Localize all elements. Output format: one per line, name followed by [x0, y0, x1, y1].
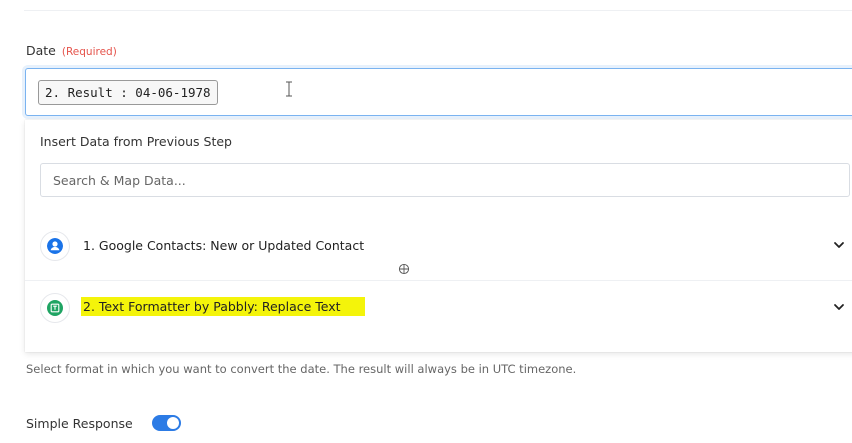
chevron-down-icon[interactable]	[833, 240, 845, 250]
dropdown-title: Insert Data from Previous Step	[40, 134, 232, 149]
date-label-text: Date	[26, 43, 56, 58]
simple-response-toggle[interactable]	[152, 415, 181, 431]
date-input-field[interactable]: 2. Result : 04-06-1978	[25, 68, 852, 116]
step-label: 1. Google Contacts: New or Updated Conta…	[83, 238, 365, 253]
crosshair-cursor-icon	[398, 263, 410, 275]
google-contacts-icon	[40, 231, 70, 261]
step-google-contacts[interactable]: 1. Google Contacts: New or Updated Conta…	[25, 220, 852, 272]
toggle-knob	[167, 417, 179, 429]
chevron-down-icon[interactable]	[833, 302, 845, 312]
step-text-formatter[interactable]: 2. Text Formatter by Pabbly: Replace Tex…	[25, 282, 852, 334]
date-format-help-text: Select format in which you want to conve…	[26, 362, 577, 376]
simple-response-label: Simple Response	[26, 416, 133, 431]
text-formatter-icon	[40, 293, 70, 323]
required-indicator: (Required)	[61, 46, 117, 58]
step-divider	[25, 280, 852, 281]
text-cursor-icon	[286, 81, 292, 97]
mapped-value-pill[interactable]: 2. Result : 04-06-1978	[38, 80, 218, 105]
step-label: 2. Text Formatter by Pabbly: Replace Tex…	[81, 297, 365, 316]
search-map-data-input[interactable]	[40, 163, 850, 197]
section-divider	[24, 10, 852, 11]
insert-data-dropdown: Insert Data from Previous Step 1. Google…	[25, 120, 852, 352]
date-field-label: Date (Required)	[26, 43, 117, 58]
